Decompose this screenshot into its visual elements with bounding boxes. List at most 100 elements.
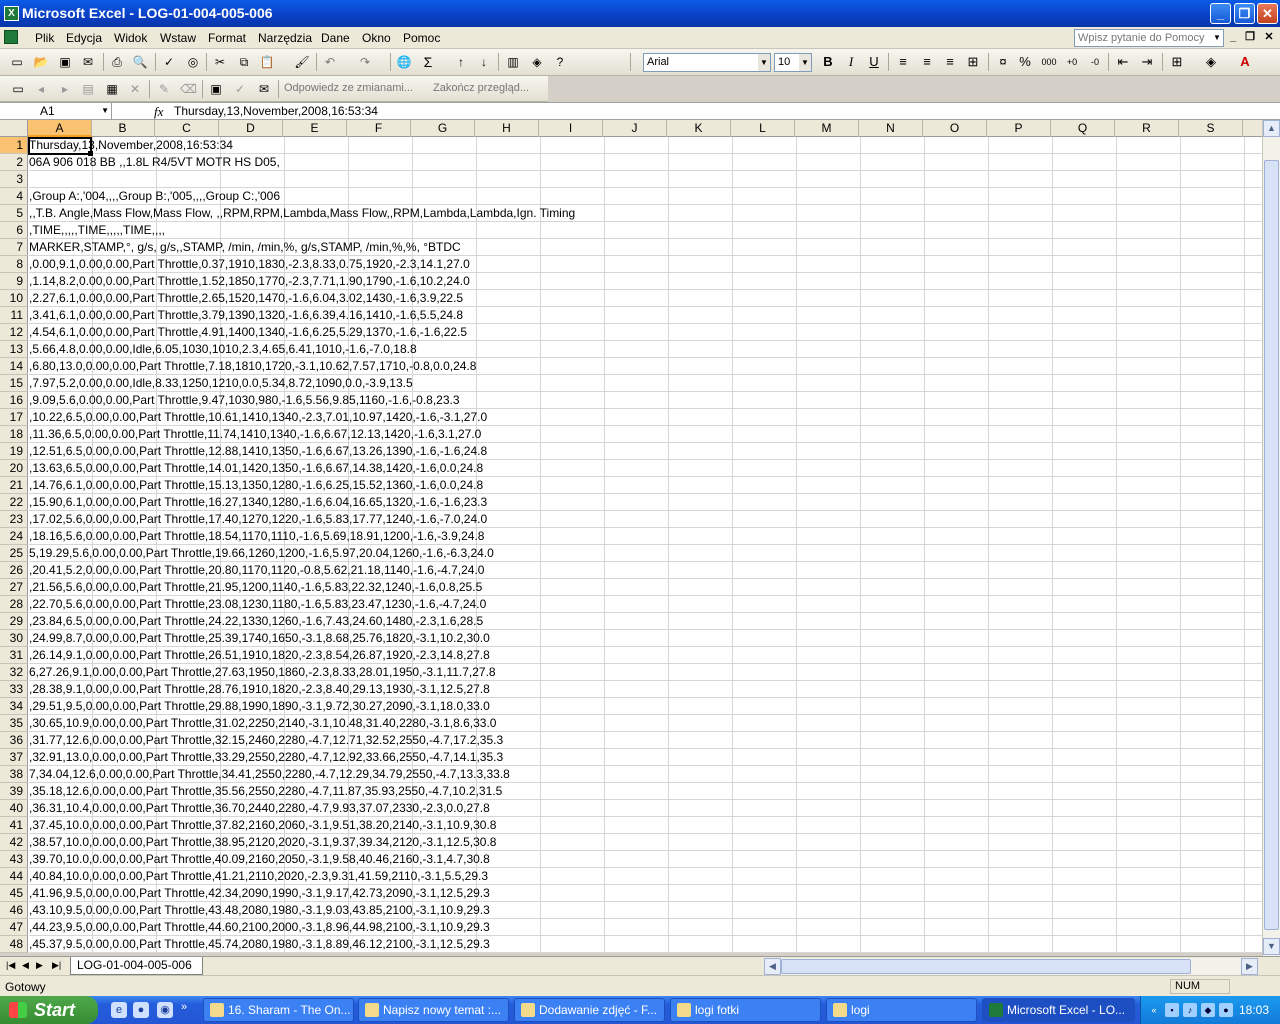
underline-button[interactable]: U [865,54,883,70]
minimize-button[interactable]: _ [1210,3,1231,24]
row-header[interactable]: 7 [0,239,28,256]
row-header[interactable]: 11 [0,307,28,324]
menu-pomoc[interactable]: Pomoc [403,31,440,45]
menu-okno[interactable]: Okno [362,31,391,45]
cell-a33[interactable]: ,28.38,9.1,0.00,0.00,Part Throttle,28.76… [29,682,490,697]
increase-indent-icon[interactable]: ⇥ [1138,54,1156,70]
row-header[interactable]: 9 [0,273,28,290]
decrease-decimal-icon[interactable]: -0 [1086,54,1104,70]
menu-narzedzia[interactable]: Narzędzia [258,31,312,45]
cell-a45[interactable]: ,41.96,9.5,0.00,0.00,Part Throttle,42.34… [29,886,490,901]
next-comment-icon[interactable]: ▸ [57,81,73,97]
increase-decimal-icon[interactable]: +0 [1063,54,1081,70]
italic-button[interactable]: I [842,54,860,70]
row-header[interactable]: 34 [0,698,28,715]
cell-a21[interactable]: ,14.76,6.1,0.00,0.00,Part Throttle,15.13… [29,478,483,493]
cell-a10[interactable]: ,2.27,6.1,0.00,0.00,Part Throttle,2.65,1… [29,291,463,306]
prev-sheet-icon[interactable]: ◀ [22,960,29,971]
column-header-s[interactable]: S [1179,120,1243,137]
column-header-n[interactable]: N [859,120,923,137]
print-icon[interactable]: ⎙ [109,54,125,70]
row-header[interactable]: 29 [0,613,28,630]
menu-edycja[interactable]: Edycja [66,31,102,45]
row-header[interactable]: 4 [0,188,28,205]
new-icon[interactable]: ▭ [9,54,25,70]
new-comment-icon[interactable]: ▭ [10,81,26,97]
vertical-scrollbar[interactable]: ▲ ▼ [1262,120,1280,956]
column-header-k[interactable]: K [667,120,731,137]
row-header[interactable]: 27 [0,579,28,596]
chevron-down-icon[interactable]: ▼ [758,54,770,71]
copy-icon[interactable]: ⧉ [236,54,252,70]
cell-a20[interactable]: ,13.63,6.5,0.00,0.00,Part Throttle,14.01… [29,461,483,476]
font-name-select[interactable]: Arial ▼ [643,53,771,72]
column-header-q[interactable]: Q [1051,120,1115,137]
cell-a6[interactable]: ,TIME,,,,,TIME,,,,,TIME,,,, [29,223,165,238]
cell-a40[interactable]: ,36.31,10.4,0.00,0.00,Part Throttle,36.7… [29,801,490,816]
insert-function-icon[interactable]: fx [154,104,163,120]
percent-button[interactable]: % [1016,54,1034,70]
cell-a2[interactable]: 06A 906 018 BB ,,1.8L R4/5VT MOTR HS D05… [29,155,280,170]
cell-a35[interactable]: ,30.65,10.9,0.00,0.00,Part Throttle,31.0… [29,716,496,731]
row-header[interactable]: 2 [0,154,28,171]
cell-a15[interactable]: ,7.97,5.2,0.00,0.00,Idle,8.33,1250,1210,… [29,376,413,391]
cell-a16[interactable]: ,9.09,5.6,0.00,0.00,Part Throttle,9.47,1… [29,393,460,408]
sheet-tab-active[interactable]: LOG-01-004-005-006 [70,957,203,975]
bold-button[interactable]: B [819,54,837,70]
select-all-button[interactable] [0,120,28,137]
chart-wizard-icon[interactable]: ▥ [505,54,521,70]
row-header[interactable]: 16 [0,392,28,409]
menu-format[interactable]: Format [208,31,246,45]
row-header[interactable]: 22 [0,494,28,511]
cell-a18[interactable]: ,11.36,6.5,0.00,0.00,Part Throttle,11.74… [29,427,481,442]
row-header[interactable]: 15 [0,375,28,392]
doc-restore-button[interactable]: ❐ [1243,30,1257,44]
ink-annotations-icon[interactable]: ✎ [156,81,172,97]
column-header-g[interactable]: G [411,120,475,137]
tray-security-icon[interactable]: ◆ [1201,1003,1215,1017]
cell-a38[interactable]: 7,34.04,12.6,0.00,0.00,Part Throttle,34.… [29,767,510,782]
row-header[interactable]: 30 [0,630,28,647]
align-center-icon[interactable]: ≡ [918,54,936,70]
row-header[interactable]: 12 [0,324,28,341]
spelling-icon[interactable]: ✓ [161,54,177,70]
row-header[interactable]: 14 [0,358,28,375]
horizontal-scrollbar[interactable]: ◀ ▶ [764,958,1258,975]
column-header-m[interactable]: M [795,120,859,137]
menu-dane[interactable]: Dane [321,31,350,45]
row-header[interactable]: 1 [0,137,28,154]
chevron-down-icon[interactable]: ▼ [101,103,109,119]
row-header[interactable]: 18 [0,426,28,443]
cell-a44[interactable]: ,40.84,10.0,0.00,0.00,Part Throttle,41.2… [29,869,488,884]
column-header-a[interactable]: A [28,120,92,137]
row-header[interactable]: 37 [0,749,28,766]
cell-a25[interactable]: 5,19.29,5.6,0.00,0.00,Part Throttle,19.6… [29,546,494,561]
cell-a41[interactable]: ,37.45,10.0,0.00,0.00,Part Throttle,37.8… [29,818,496,833]
task-excel[interactable]: Microsoft Excel - LO... [982,998,1135,1022]
cell-a24[interactable]: ,18.16,5.6,0.00,0.00,Part Throttle,18.54… [29,529,484,544]
align-right-icon[interactable]: ≡ [941,54,959,70]
row-header[interactable]: 46 [0,902,28,919]
tray-connection-icon[interactable]: ● [1219,1003,1233,1017]
help-search-input[interactable]: Wpisz pytanie do Pomocy ▼ [1074,29,1224,47]
name-box[interactable]: A1 ▼ [0,103,112,119]
cell-a48[interactable]: ,45.37,9.5,0.00,0.00,Part Throttle,45.74… [29,937,490,952]
internet-explorer-icon[interactable]: e [111,1002,127,1018]
cell-a46[interactable]: ,43.10,9.5,0.00,0.00,Part Throttle,43.48… [29,903,490,918]
row-header[interactable]: 26 [0,562,28,579]
task-logi[interactable]: logi [826,998,977,1022]
tray-volume-icon[interactable]: ♪ [1183,1003,1197,1017]
vertical-scroll-thumb[interactable] [1264,160,1279,930]
cell-a26[interactable]: ,20.41,5.2,0.00,0.00,Part Throttle,20.80… [29,563,484,578]
scroll-down-icon[interactable]: ▼ [1263,938,1280,955]
document-icon[interactable] [4,30,18,44]
row-header[interactable]: 42 [0,834,28,851]
row-header[interactable]: 35 [0,715,28,732]
first-sheet-icon[interactable]: |◀ [6,960,15,971]
thousands-icon[interactable]: 000 [1040,54,1058,70]
permission-icon[interactable]: ✉ [80,54,96,70]
cell-a31[interactable]: ,26.14,9.1,0.00,0.00,Part Throttle,26.51… [29,648,490,663]
drawing-icon[interactable]: ◈ [529,54,545,70]
tray-network-icon[interactable]: ▪ [1165,1003,1179,1017]
cell-a17[interactable]: ,10.22,6.5,0.00,0.00,Part Throttle,10.61… [29,410,487,425]
